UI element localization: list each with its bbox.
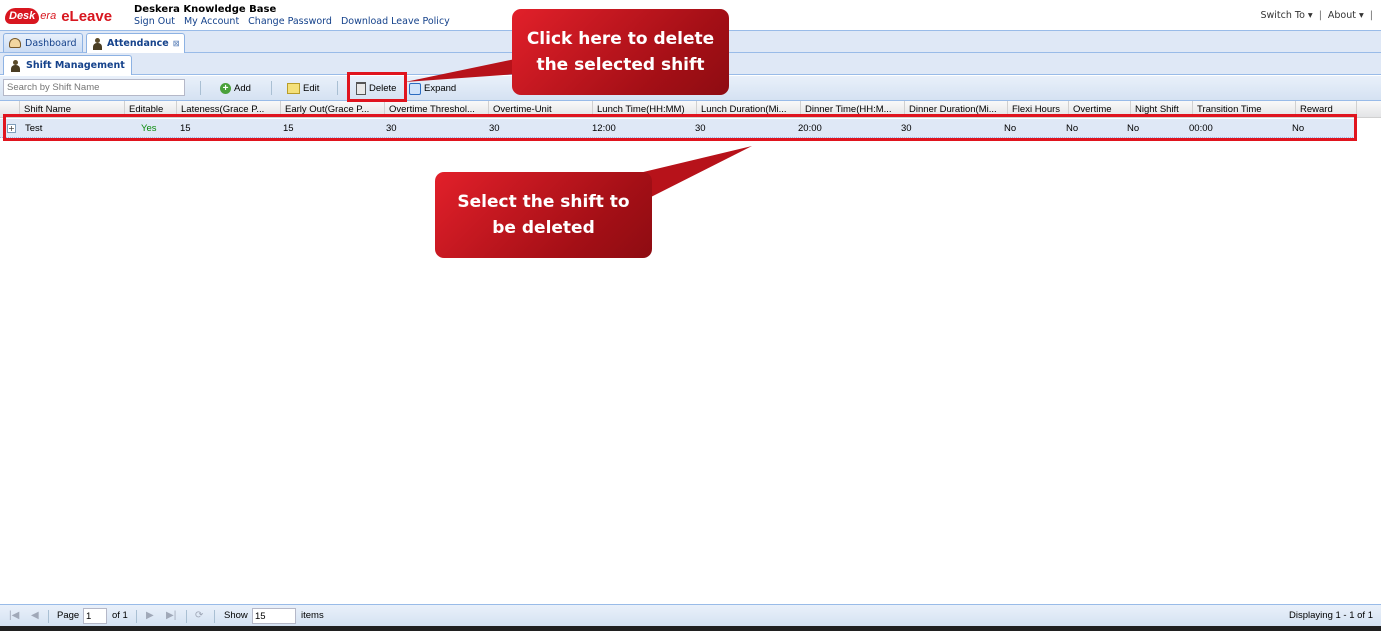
pager-separator [214,610,215,623]
pager-separator [48,610,49,623]
shift-grid: Shift Name Editable Lateness(Grace P... … [0,101,1381,604]
previous-page-icon[interactable]: ◀ [31,610,39,621]
search-input[interactable] [3,79,185,96]
page-size-select[interactable] [252,608,296,624]
row-highlight [3,114,1357,141]
pager-separator [136,610,137,623]
add-icon: + [220,83,231,94]
my-account-link[interactable]: My Account [184,16,239,27]
page-label: Page [57,610,80,621]
refresh-icon[interactable]: ⟳ [195,610,203,621]
tab-attendance[interactable]: Attendance ⊠ [86,33,186,53]
header-links: Sign Out My Account Change Password Down… [134,16,450,27]
tab-label: Attendance [107,38,169,49]
select-callout: Select the shift to be deleted [435,172,652,258]
separator: | [1318,10,1322,21]
delete-button-highlight [347,72,407,102]
page-number-input[interactable] [83,608,107,624]
last-page-icon[interactable]: ▶| [166,610,176,621]
expand-button[interactable]: Expand [409,80,456,97]
app-name: eLeave [61,7,113,25]
tab-shift-management[interactable]: Shift Management [3,55,132,75]
pager-separator [186,610,187,623]
logo-badge: Desk [5,8,40,24]
tab-label: Shift Management [26,60,125,71]
add-label: Add [234,83,251,94]
sign-out-link[interactable]: Sign Out [134,16,175,27]
deskera-logo: Desk era eLeave [5,5,112,27]
delete-callout: Click here to delete the selected shift [512,9,729,95]
logo-rest: era [40,10,57,22]
items-label: items [301,610,324,621]
toolbar-separator [271,81,272,95]
expand-label: Expand [424,83,457,94]
next-page-icon[interactable]: ▶ [146,610,154,621]
switch-to-menu[interactable]: Switch To ▾ [1260,10,1312,21]
header-right-menu: Switch To ▾ | About ▾ | [1260,10,1373,21]
separator: | [1369,10,1373,21]
taskbar-strip [0,626,1381,631]
displaying-status: Displaying 1 - 1 of 1 [1289,610,1373,621]
about-menu[interactable]: About ▾ [1328,10,1364,21]
edit-icon [287,83,300,94]
download-leave-policy-link[interactable]: Download Leave Policy [341,16,450,27]
user-icon [92,37,103,50]
show-label: Show [224,610,248,621]
user-icon [10,59,21,72]
company-name: Deskera Knowledge Base [134,4,277,15]
edit-label: Edit [303,83,320,94]
paging-toolbar: |◀ ◀ Page of 1 ▶ ▶| ⟳ Show items Display… [0,604,1381,626]
tab-dashboard[interactable]: Dashboard [3,33,83,52]
dashboard-icon [9,38,21,48]
change-password-link[interactable]: Change Password [248,16,332,27]
toolbar-separator [200,81,201,95]
expand-icon [409,82,421,95]
page-count: of 1 [112,610,128,621]
close-icon[interactable]: ⊠ [173,39,180,48]
add-button[interactable]: + Add [220,80,251,97]
toolbar-separator [337,81,338,95]
first-page-icon[interactable]: |◀ [9,610,19,621]
edit-button[interactable]: Edit [287,80,319,97]
tab-label: Dashboard [25,37,77,49]
